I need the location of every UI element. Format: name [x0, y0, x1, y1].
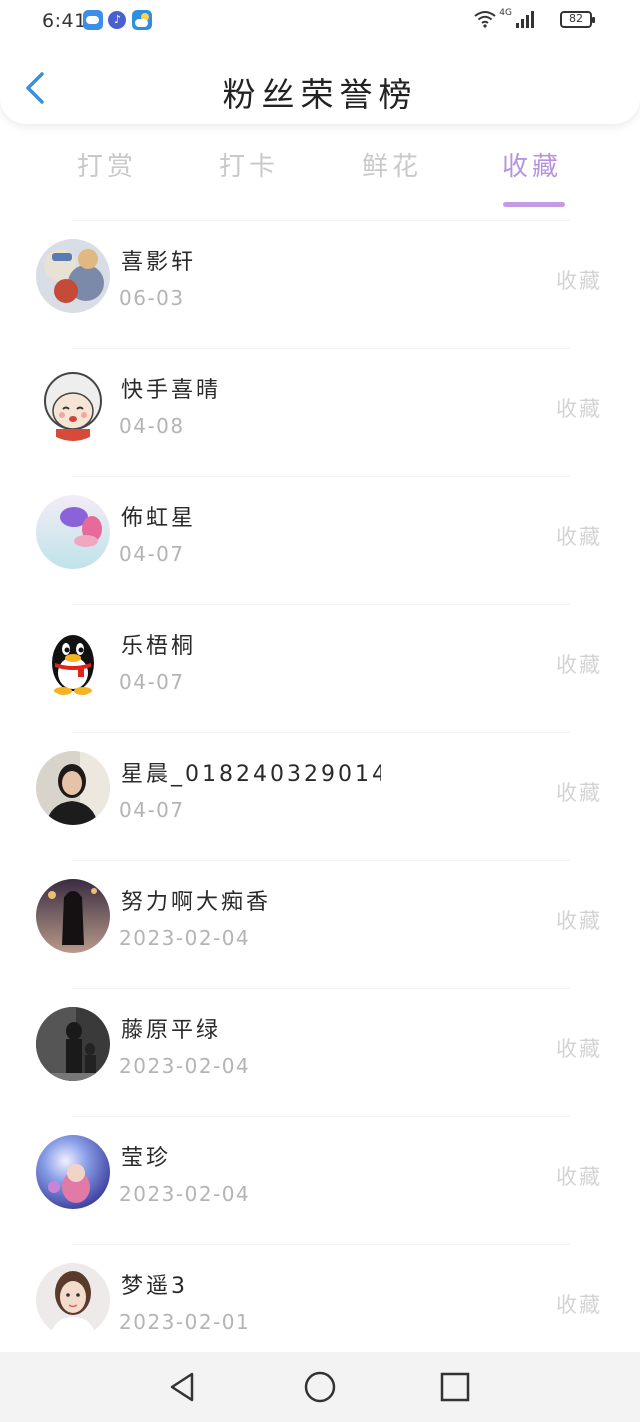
list-item[interactable]: 快手喜晴 04-08 收藏: [0, 348, 640, 476]
fan-date: 2023-02-04: [119, 1182, 251, 1206]
list-item[interactable]: 佈虹星 04-07 收藏: [0, 476, 640, 604]
divider: [72, 348, 570, 349]
avatar[interactable]: [36, 239, 110, 313]
status-bar: 6:41 ♪ 4G 82: [0, 0, 640, 40]
fan-name: 喜影轩: [121, 250, 197, 275]
fan-name: 快手喜晴: [121, 378, 222, 403]
fan-type-label: 收藏: [556, 781, 602, 805]
avatar[interactable]: [36, 751, 110, 825]
divider: [72, 1116, 570, 1117]
list-item[interactable]: 喜影轩 06-03 收藏: [0, 220, 640, 348]
fan-name: 努力啊大痴香: [121, 890, 272, 915]
battery-icon: 82: [560, 11, 595, 28]
list-item[interactable]: 乐梧桐 04-07 收藏: [0, 604, 640, 732]
divider: [72, 604, 570, 605]
tab-bar: 打赏 打卡 鲜花 收藏: [0, 136, 640, 207]
nav-home-button[interactable]: [303, 1370, 337, 1404]
fan-date: 2023-02-04: [119, 1054, 251, 1078]
divider: [72, 732, 570, 733]
fan-type-label: 收藏: [556, 1037, 602, 1061]
tab-tips[interactable]: 打赏: [47, 146, 167, 183]
list-item[interactable]: 藤原平绿 2023-02-04 收藏: [0, 988, 640, 1116]
fan-list: 喜影轩 06-03 收藏 快手喜晴 04-08 收藏 佈虹星 04-07 收藏 …: [0, 220, 640, 1372]
avatar[interactable]: [36, 1263, 110, 1337]
tab-favorites-label: 收藏: [501, 152, 562, 182]
fan-date: 04-07: [119, 670, 185, 694]
divider: [72, 476, 570, 477]
signal-icon: [516, 11, 534, 28]
fan-date: 04-07: [119, 542, 185, 566]
cloud-app-icon: [83, 10, 103, 30]
fan-type-label: 收藏: [556, 1165, 602, 1189]
wifi-icon: [474, 11, 496, 28]
avatar[interactable]: [36, 1135, 110, 1209]
fan-name: 乐梧桐: [121, 634, 197, 659]
tab-checkin[interactable]: 打卡: [189, 146, 309, 183]
back-triangle-icon: [170, 1372, 194, 1402]
fan-type-label: 收藏: [556, 653, 602, 677]
fan-name: 藤原平绿: [121, 1018, 222, 1043]
fan-type-label: 收藏: [556, 1293, 602, 1317]
fan-date: 2023-02-01: [119, 1310, 251, 1334]
list-item[interactable]: 努力啊大痴香 2023-02-04 收藏: [0, 860, 640, 988]
divider: [72, 988, 570, 989]
tab-favorites[interactable]: 收藏: [472, 146, 592, 207]
fan-date: 04-08: [119, 414, 185, 438]
avatar[interactable]: [36, 495, 110, 569]
qq-penguin-icon: [36, 623, 110, 697]
list-item[interactable]: 莹珍 2023-02-04 收藏: [0, 1116, 640, 1244]
active-tab-indicator: [503, 202, 565, 207]
fan-type-label: 收藏: [556, 525, 602, 549]
fan-name: 梦遥3: [121, 1274, 188, 1299]
fan-name: 佈虹星: [121, 506, 197, 531]
battery-level: 82: [569, 12, 583, 25]
nav-recent-button[interactable]: [438, 1370, 472, 1404]
recent-square-icon: [440, 1372, 470, 1402]
system-nav-bar: [0, 1352, 640, 1422]
avatar[interactable]: [36, 1007, 110, 1081]
weather-app-icon: [132, 10, 152, 30]
avatar[interactable]: [36, 879, 110, 953]
divider: [72, 220, 570, 221]
fan-name: 莹珍: [121, 1146, 172, 1171]
fan-type-label: 收藏: [556, 397, 602, 421]
page-title: 粉丝荣誉榜: [222, 75, 418, 114]
avatar[interactable]: [36, 367, 110, 441]
fan-date: 06-03: [119, 286, 185, 310]
music-app-icon: ♪: [108, 11, 126, 29]
network-type: 4G: [499, 8, 512, 18]
list-item[interactable]: 星晨_018240329014··· 04-07 收藏: [0, 732, 640, 860]
fan-date: 2023-02-04: [119, 926, 251, 950]
divider: [72, 1244, 570, 1245]
header-bar: 6:41 ♪ 4G 82 粉丝荣誉榜: [0, 0, 640, 124]
fan-type-label: 收藏: [556, 909, 602, 933]
status-time: 6:41: [42, 10, 87, 32]
fan-type-label: 收藏: [556, 269, 602, 293]
tab-flowers[interactable]: 鲜花: [332, 146, 452, 183]
fan-date: 04-07: [119, 798, 185, 822]
fan-name: 星晨_018240329014···: [121, 762, 381, 787]
avatar[interactable]: [36, 623, 110, 697]
home-circle-icon: [304, 1371, 336, 1403]
nav-back-button[interactable]: [166, 1370, 200, 1404]
divider: [72, 860, 570, 861]
